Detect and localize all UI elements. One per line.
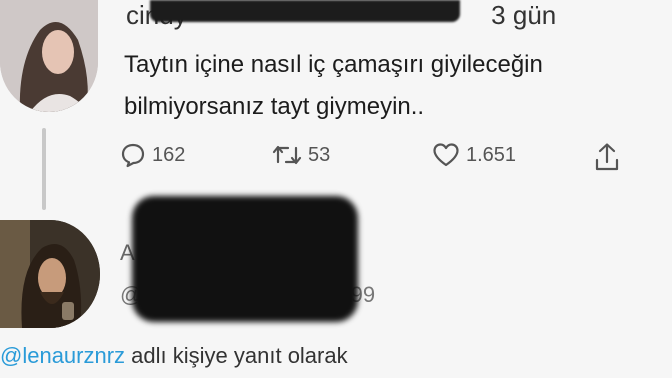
redaction-bar bbox=[150, 0, 460, 22]
tweet-text-line: Taytın içine nasıl iç çamaşırı giyileceğ… bbox=[124, 51, 543, 78]
tweet-actions: 162 53 1.651 bbox=[120, 142, 640, 176]
replying-to-text: adlı kişiye yanıt olarak bbox=[125, 343, 348, 368]
tweet-text-line: bilmiyorsanız tayt giymeyin.. bbox=[124, 93, 425, 120]
thread-connector-line bbox=[42, 128, 46, 210]
mention-link[interactable]: @lenaurznrz bbox=[0, 343, 125, 368]
tweet-timestamp: 3 gün bbox=[491, 0, 557, 30]
replying-to-line: @lenaurznrz adlı kişiye yanıt olarak bbox=[0, 343, 348, 369]
avatar-photo bbox=[0, 220, 100, 328]
retweet-count: 53 bbox=[308, 143, 331, 166]
like-button[interactable]: 1.651 bbox=[432, 142, 516, 168]
reply-button[interactable]: 162 bbox=[120, 142, 185, 168]
share-button[interactable] bbox=[594, 142, 620, 172]
original-author-avatar[interactable] bbox=[0, 0, 98, 112]
retweet-button[interactable]: 53 bbox=[272, 142, 330, 168]
reply-icon bbox=[120, 142, 146, 168]
share-icon bbox=[594, 142, 620, 172]
avatar-photo bbox=[0, 0, 98, 112]
reply-count: 162 bbox=[152, 143, 186, 166]
redaction-bar bbox=[132, 196, 358, 322]
reply-author-avatar[interactable] bbox=[0, 220, 100, 328]
tweet-text: Taytın içine nasıl iç çamaşırı giyileceğ… bbox=[124, 44, 672, 128]
retweet-icon bbox=[272, 142, 302, 168]
like-icon bbox=[432, 142, 460, 168]
like-count: 1.651 bbox=[466, 143, 517, 166]
